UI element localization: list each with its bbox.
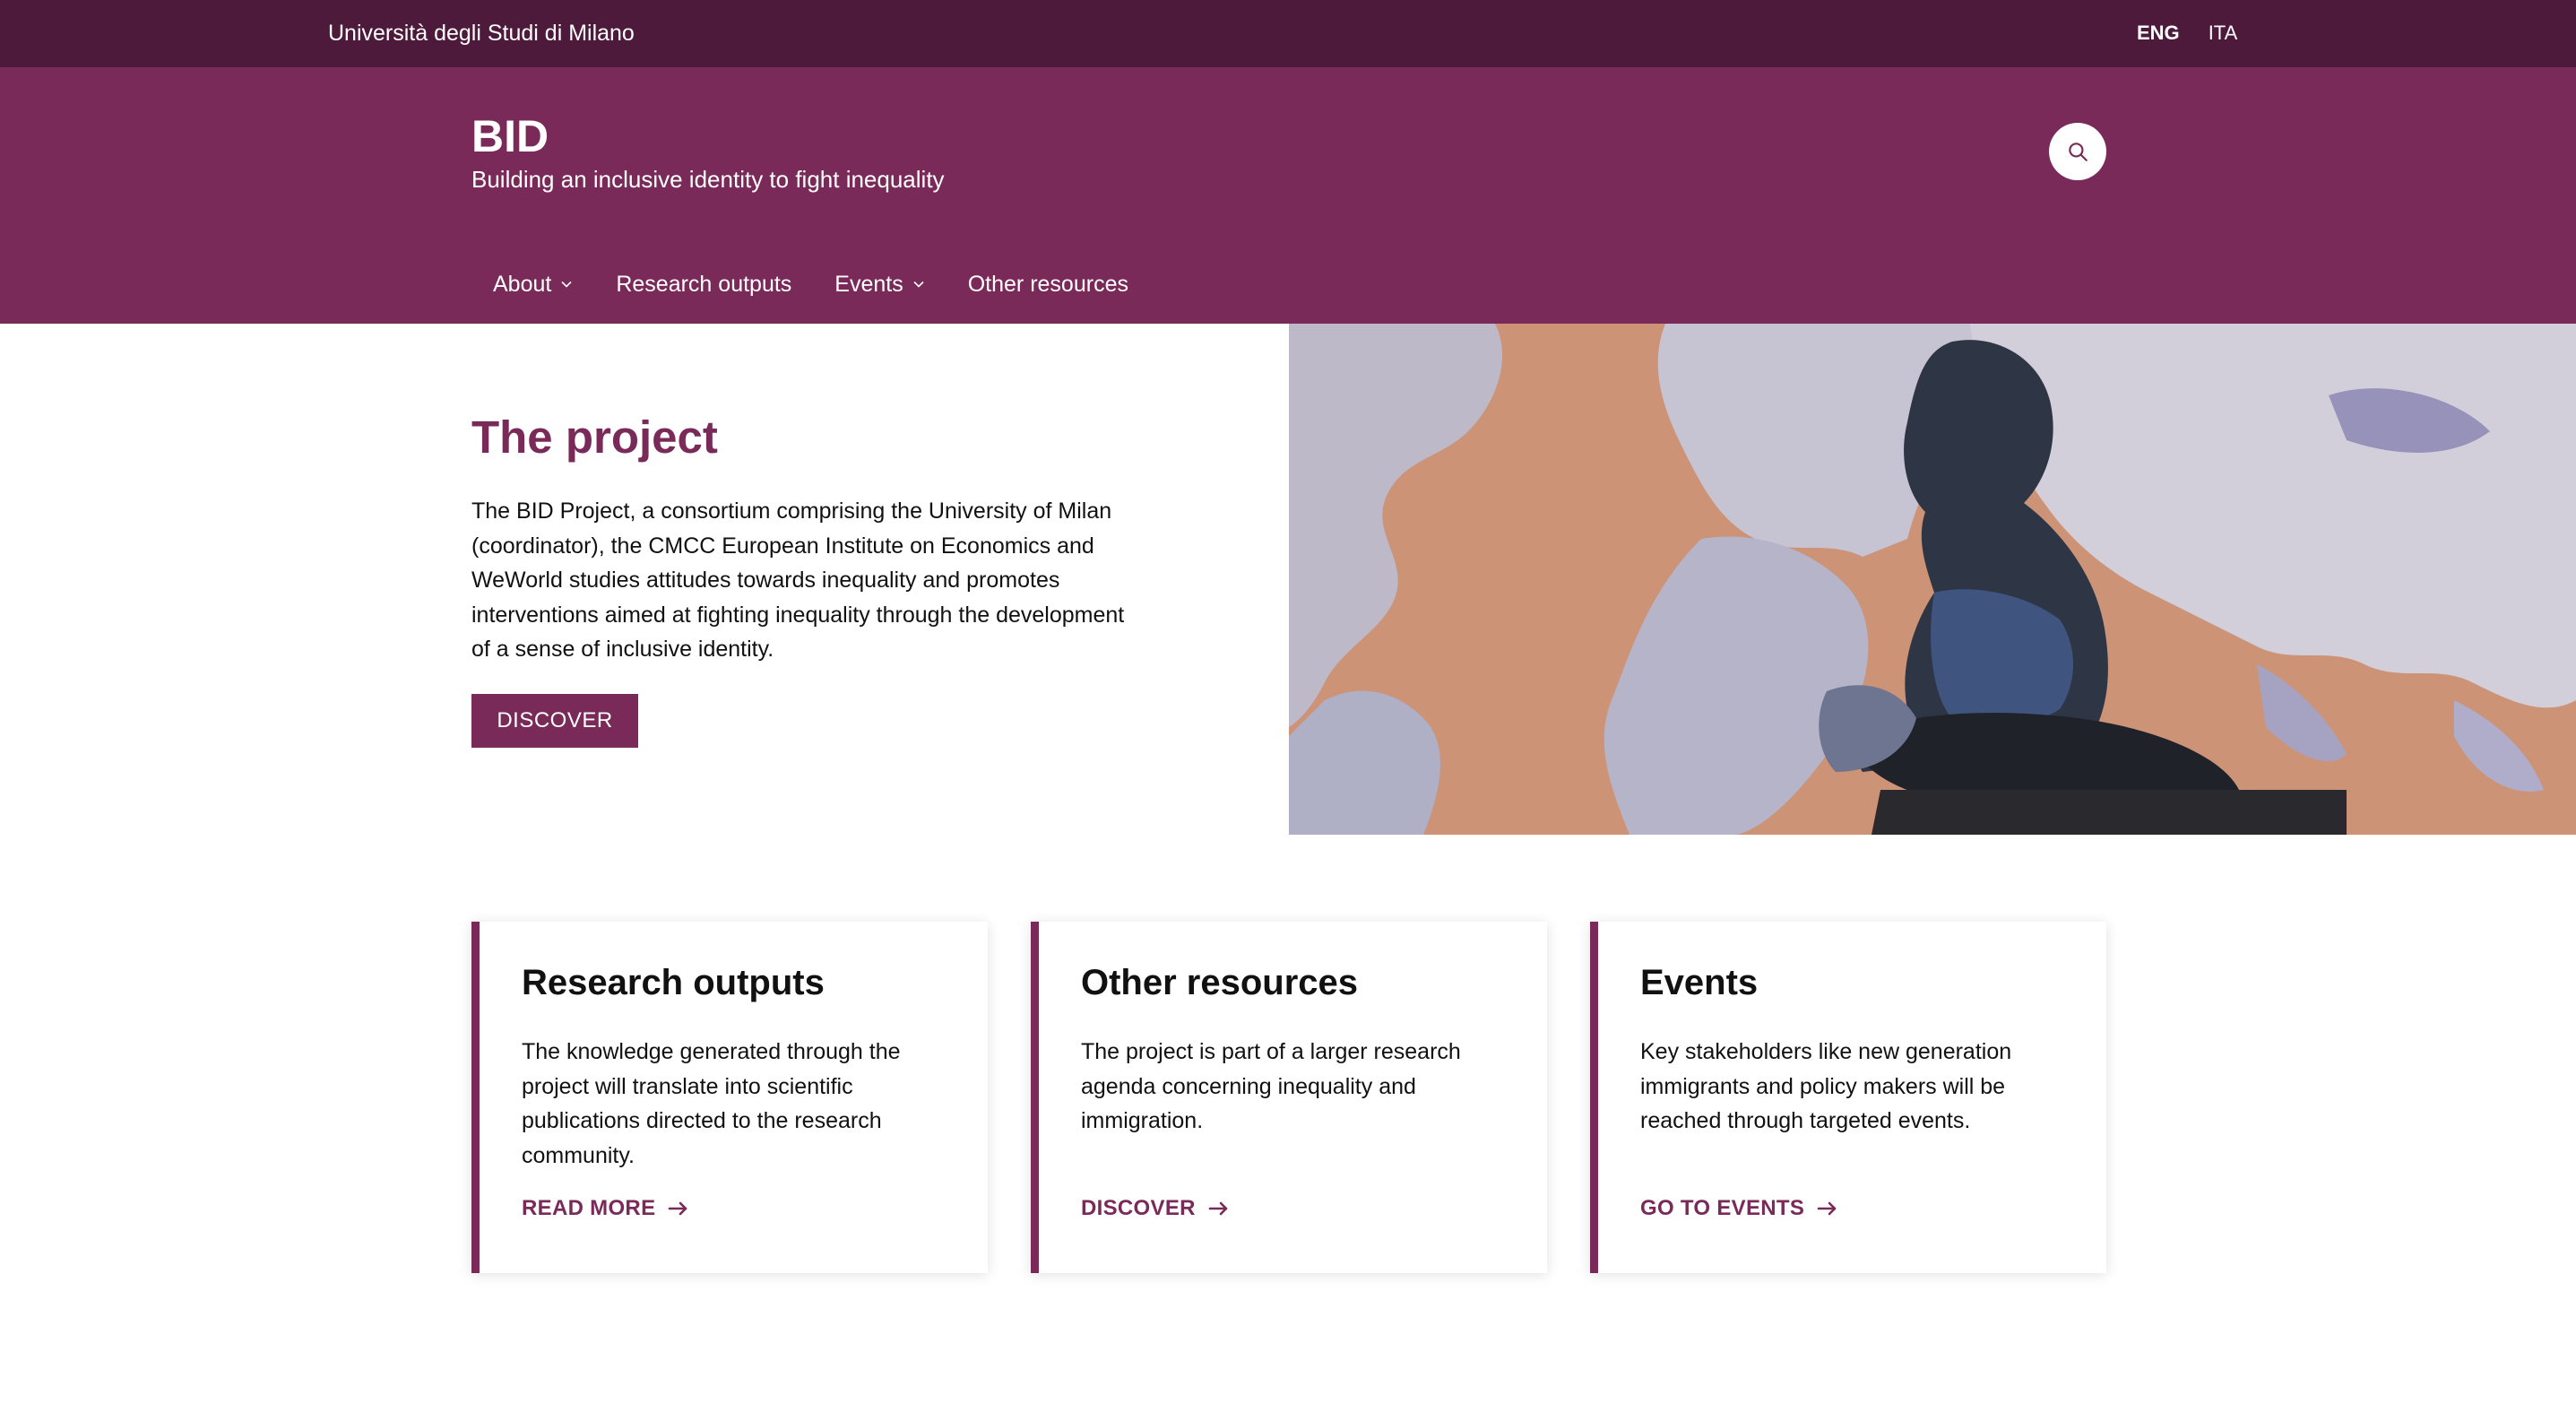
main-nav: About Research outputs Events Other reso… [471, 257, 1150, 311]
search-icon [2069, 143, 2088, 161]
nav-about[interactable]: About [471, 268, 594, 300]
nav-events[interactable]: Events [813, 268, 946, 300]
card-link-label: DISCOVER [1081, 1196, 1196, 1220]
hero-text: The BID Project, a consortium comprising… [471, 498, 1125, 662]
card-link-label: GO TO EVENTS [1640, 1196, 1805, 1220]
site-title[interactable]: BID [471, 110, 549, 162]
university-link[interactable]: Università degli Studi di Milano [328, 18, 635, 48]
read-more-link[interactable]: READ MORE [522, 1196, 689, 1221]
go-to-events-link[interactable]: GO TO EVENTS [1640, 1196, 1838, 1221]
discover-link[interactable]: DISCOVER [1081, 1196, 1230, 1221]
card-research-outputs: Research outputs The knowledge generated… [471, 922, 988, 1273]
nav-other-resources[interactable]: Other resources [947, 268, 1150, 300]
card-title: Research outputs [522, 963, 825, 1002]
site-header: BID Building an inclusive identity to fi… [0, 67, 2576, 324]
lang-eng[interactable]: ENG [2137, 20, 2180, 47]
card-events: Events Key stakeholders like new generat… [1590, 922, 2106, 1273]
nav-label: Other resources [967, 272, 1128, 297]
card-text: The project is part of a larger research… [1081, 1039, 1461, 1133]
card-title: Other resources [1081, 963, 1359, 1002]
card-text: Key stakeholders like new generation imm… [1640, 1039, 2012, 1133]
top-bar: Università degli Studi di Milano ENG ITA [0, 0, 2576, 67]
card-title: Events [1640, 963, 1759, 1002]
hero-image [1289, 324, 2576, 835]
chevron-down-icon [561, 281, 572, 288]
language-switcher: ENG ITA [2137, 20, 2237, 47]
search-button[interactable] [2049, 123, 2106, 180]
nav-research-outputs[interactable]: Research outputs [594, 268, 813, 300]
hero-title: The project [471, 412, 718, 463]
world-map-with-child-illustration [1289, 324, 2576, 835]
card-text: The knowledge generated through the proj… [522, 1039, 901, 1168]
arrow-right-icon [1208, 1201, 1228, 1216]
nav-label: Events [834, 272, 903, 297]
card-link-label: READ MORE [522, 1196, 656, 1220]
site-subtitle: Building an inclusive identity to fight … [471, 166, 945, 193]
card-other-resources: Other resources The project is part of a… [1031, 922, 1547, 1273]
arrow-right-icon [1817, 1201, 1837, 1216]
discover-button[interactable]: DISCOVER [471, 694, 638, 748]
chevron-down-icon [913, 281, 924, 288]
lang-ita[interactable]: ITA [2209, 20, 2238, 47]
nav-label: Research outputs [616, 272, 792, 297]
arrow-right-icon [669, 1201, 687, 1216]
nav-label: About [493, 272, 552, 297]
